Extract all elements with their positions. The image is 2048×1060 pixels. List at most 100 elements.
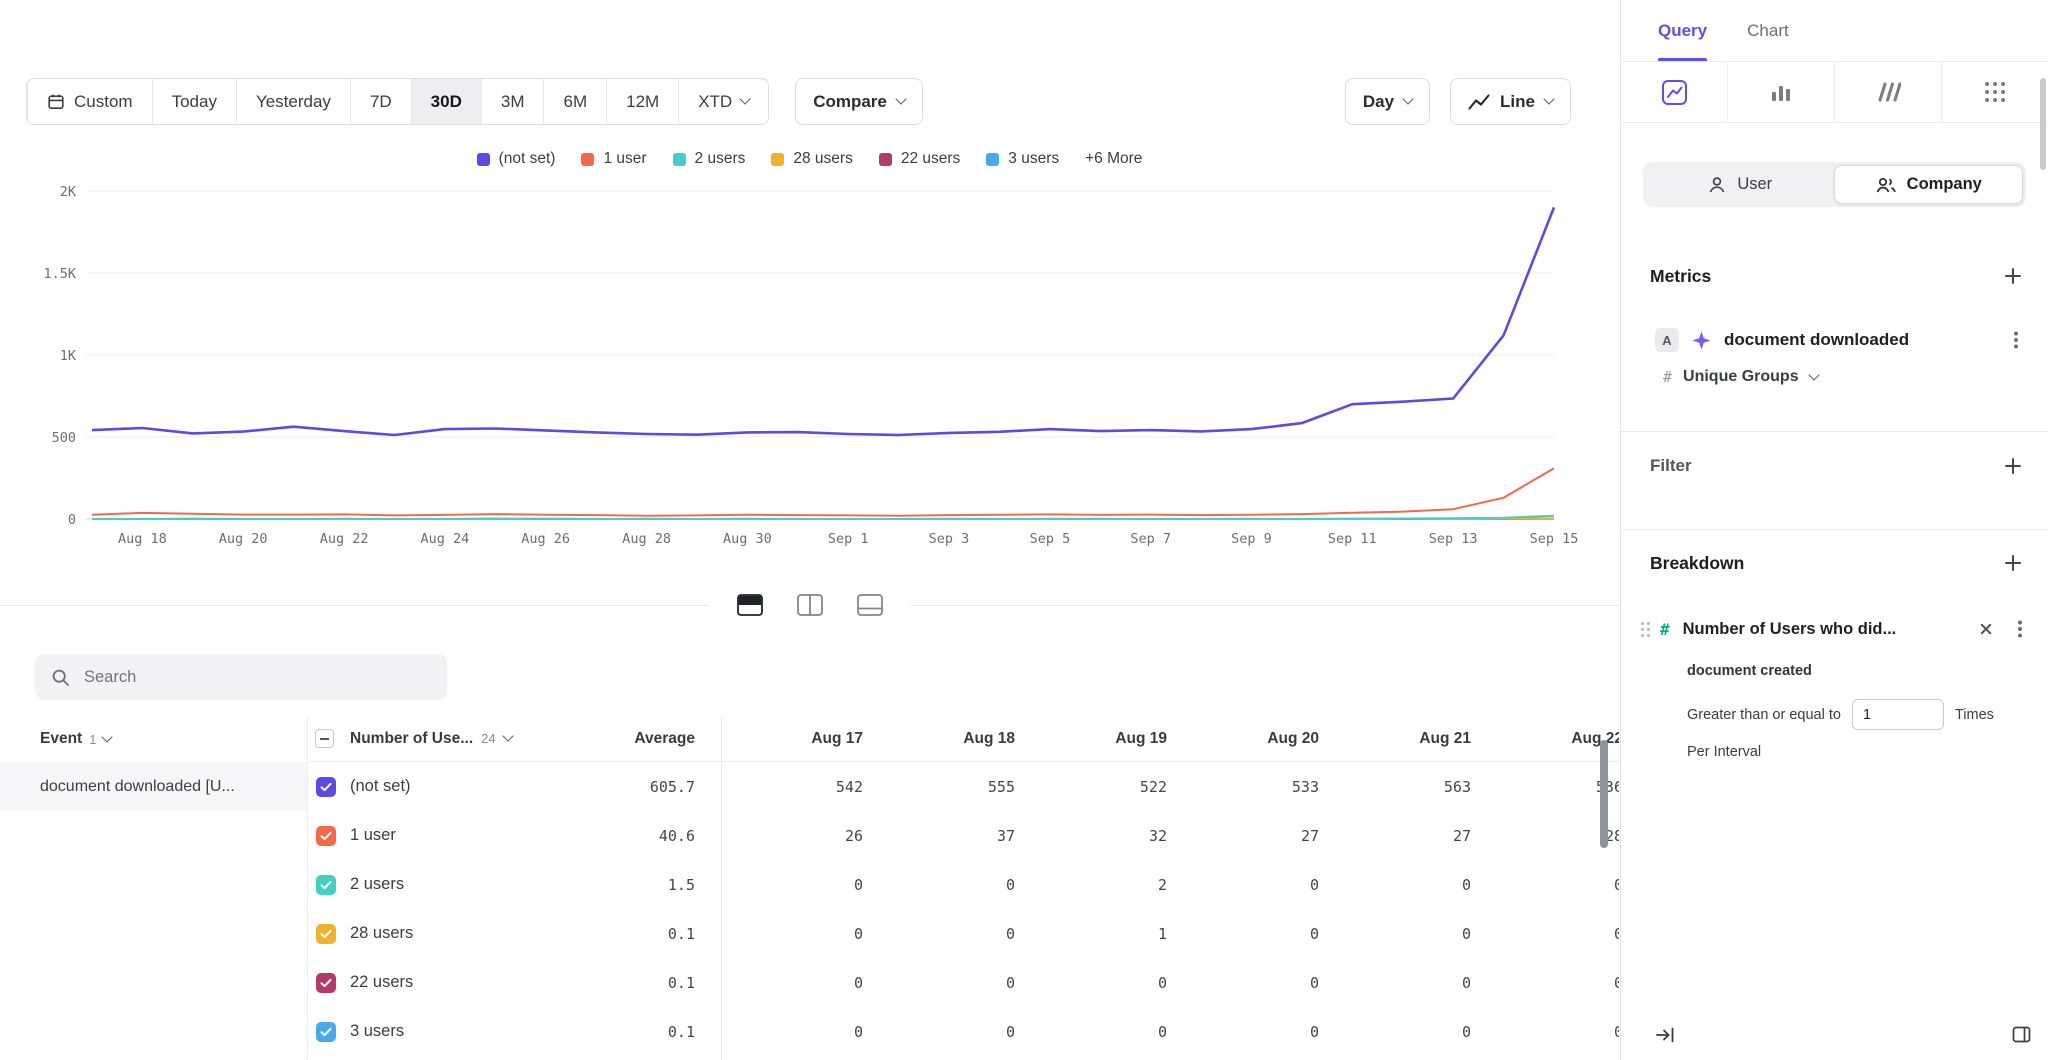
legend-swatch [673,153,686,166]
legend-more[interactable]: +6 More [1085,150,1142,168]
layout-panel-bottom-icon [857,594,883,616]
user-icon [1707,175,1727,195]
search-box[interactable] [35,654,447,700]
collapse-panel-button[interactable] [1654,1024,1676,1051]
metric-item[interactable]: A document downloaded [1621,325,2048,355]
svg-text:Sep 9: Sep 9 [1231,531,1272,547]
series-checkbox[interactable] [316,777,336,797]
tab-query[interactable]: Query [1658,0,1707,61]
series-checkbox[interactable] [316,973,336,993]
svg-text:Sep 5: Sep 5 [1030,531,1071,547]
scope-user-label: User [1737,175,1772,194]
date-range-button[interactable]: Today [152,79,236,124]
legend-item[interactable]: 28 users [771,150,852,168]
series-column-header[interactable]: Number of Use... 24 [343,730,560,748]
scope-company-option[interactable]: Company [1834,165,2024,204]
date-column-header[interactable]: Aug 20 [1177,730,1329,748]
cell-value: 522 [1025,778,1177,796]
legend-label: 28 users [793,150,852,168]
add-filter-button[interactable] [2004,457,2022,475]
svg-text:Sep 1: Sep 1 [828,531,869,547]
cell-value: 0 [1329,925,1481,943]
date-range-button[interactable]: 3M [481,79,544,124]
date-column-header[interactable]: Aug 19 [1025,730,1177,748]
cell-value: 0 [1177,925,1329,943]
legend-item[interactable]: 3 users [986,150,1059,168]
search-icon [51,668,70,687]
event-column-header[interactable]: Event 1 [0,716,307,762]
chart-type-more-tab[interactable] [1941,62,2048,122]
svg-text:Aug 18: Aug 18 [118,531,167,547]
date-range-button[interactable]: Custom [27,79,152,124]
average-column-header[interactable]: Average [560,730,721,748]
event-row-item[interactable]: document downloaded [U... [0,762,307,811]
cell-value: 0 [1329,974,1481,992]
chart-type-bar-tab[interactable] [1727,62,1834,122]
series-checkbox[interactable] [316,826,336,846]
aggregation-selector[interactable]: Unique Groups [1683,368,1799,386]
tab-chart[interactable]: Chart [1747,0,1789,61]
breakdown-item[interactable]: # Number of Users who did... [1621,614,2048,644]
date-range-button[interactable]: 30D [411,79,481,124]
layout-split-vertical-button[interactable] [787,585,833,625]
date-range-button[interactable]: 12M [606,79,678,124]
chart-type-button[interactable]: Line [1450,78,1571,125]
check-icon [320,929,332,939]
series-checkbox[interactable] [316,924,336,944]
compare-button[interactable]: Compare [795,78,923,125]
cell-value: 0 [721,974,873,992]
date-column-header[interactable]: Aug 21 [1329,730,1481,748]
series-checkbox[interactable] [316,1022,336,1042]
date-column-header[interactable]: Aug 18 [873,730,1025,748]
condition-unit-label: Times [1955,707,1994,723]
cell-value: 0 [1481,925,1619,943]
chart-type-funnel-tab[interactable] [1834,62,1941,122]
date-column-header[interactable]: Aug 17 [721,730,873,748]
table-vertical-scrollbar[interactable] [1600,740,1608,848]
cell-value: 0 [873,974,1025,992]
date-range-label: 12M [626,92,659,112]
add-metric-button[interactable] [2004,267,2022,285]
search-input[interactable] [82,667,431,688]
date-range-button[interactable]: Yesterday [236,79,350,124]
date-range-button[interactable]: XTD [678,79,768,124]
date-range-label: Yesterday [256,92,331,112]
cell-value: 563 [1329,778,1481,796]
legend-swatch [771,153,784,166]
metric-more-options-icon[interactable] [2014,338,2018,342]
legend-item[interactable]: 2 users [673,150,746,168]
breakdown-more-options-icon[interactable] [2018,627,2022,631]
event-column: Event 1 document downloaded [U... [0,716,307,1060]
series-count: 24 [481,731,495,746]
date-range-button[interactable]: 6M [543,79,606,124]
date-range-button[interactable]: 7D [350,79,411,124]
close-icon[interactable] [1978,621,1994,637]
layout-split-vertical-icon [797,594,823,616]
date-column-header[interactable]: Aug 22 [1481,730,1619,748]
chart-type-line-tab[interactable] [1621,62,1727,122]
add-breakdown-button[interactable] [2004,554,2022,572]
chart-type-label: Line [1500,92,1535,112]
hash-icon: # [1663,368,1672,386]
cell-value: 0 [873,1023,1025,1041]
svg-text:500: 500 [52,430,76,446]
granularity-button[interactable]: Day [1345,78,1430,125]
series-checkbox[interactable] [316,875,336,895]
legend-item[interactable]: 1 user [581,150,646,168]
collapse-series-button[interactable] [315,729,334,748]
scope-user-option[interactable]: User [1646,165,1834,204]
breakdown-condition-row: Greater than or equal to Times [1621,699,2048,730]
condition-value-input[interactable] [1852,699,1944,730]
date-range-label: 6M [563,92,587,112]
checkbox-cell [307,1022,343,1042]
chevron-down-icon [102,731,113,742]
layout-split-horizontal-button[interactable] [727,585,773,625]
layout-panel-bottom-button[interactable] [847,585,893,625]
checkbox-cell [307,777,343,797]
numeric-property-icon: # [1660,620,1670,639]
legend-item[interactable]: (not set) [477,150,556,168]
drag-handle-icon[interactable] [1641,622,1650,637]
panel-scrollbar[interactable] [2040,78,2046,170]
dock-right-button[interactable] [2011,1024,2032,1050]
legend-item[interactable]: 22 users [879,150,960,168]
